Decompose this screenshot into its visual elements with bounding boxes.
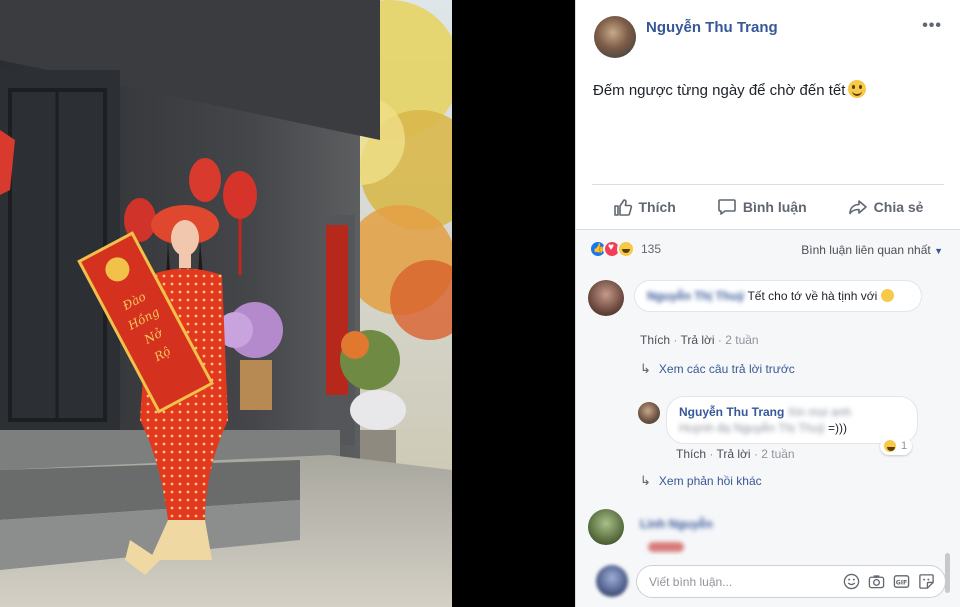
share-icon — [848, 199, 867, 214]
reply-author-name[interactable]: Nguyễn Thu Trang — [679, 405, 784, 419]
comments-section: 135 Bình luận liên quan nhất ▼ Nguyễn Th… — [576, 229, 960, 607]
reaction-summary[interactable]: 135 — [589, 240, 661, 258]
author-name[interactable]: Nguyễn Thu Trang — [646, 19, 778, 36]
view-previous-label: Xem các câu trả lời trước — [658, 362, 795, 376]
post-caption-text: Đếm ngược từng ngày để chờ đến tết — [593, 82, 846, 99]
smiley-emoji-icon — [848, 80, 867, 98]
commenter-avatar[interactable] — [588, 509, 624, 545]
reply-time: 2 tuần — [761, 447, 795, 461]
comment-input[interactable]: Viết bình luận... GIF — [636, 565, 946, 598]
reply-meta: Thích · Trả lời · 2 tuần — [676, 447, 795, 461]
reply-text-2: Huỳnh đạ Nguyễn Thị Thuỷ — [679, 421, 828, 435]
comment-input-placeholder: Viết bình luận... — [649, 575, 733, 589]
post-panel: Nguyễn Thu Trang ••• Đếm ngược từng ngày… — [575, 0, 960, 607]
like-label: Thích — [638, 198, 676, 215]
comments-scrollbar[interactable] — [945, 553, 950, 593]
reply-reply-link[interactable]: Trả lời — [716, 447, 750, 461]
reply-bubble: Nguyễn Thu Trang Xin mọi anh Huỳnh đạ Ng… — [666, 396, 918, 444]
write-comment-row: Viết bình luận... GIF — [576, 555, 960, 607]
comment-input-tools: GIF — [843, 573, 935, 590]
reply-text-tail: =))) — [827, 421, 847, 435]
haha-reaction-icon — [882, 438, 898, 454]
reply-like-link[interactable]: Thích — [676, 447, 706, 461]
sticker-icon[interactable] — [918, 573, 935, 590]
comment-time: 2 tuần — [725, 333, 759, 347]
reaction-count: 135 — [641, 242, 662, 256]
third-comment-emoji — [648, 542, 684, 552]
comment-sort-dropdown[interactable]: Bình luận liên quan nhất ▼ — [801, 243, 943, 257]
commenter-name[interactable]: Nguyễn Thị Thuỷ — [647, 289, 744, 303]
reply-arrow-icon: ↳ — [640, 361, 651, 376]
photo-illustration: Đào Hồng Nở Rộ — [0, 0, 452, 607]
reply-author-avatar[interactable] — [638, 402, 660, 424]
viewer-avatar — [596, 565, 628, 597]
comment-bubble: Nguyễn Thị Thuỷ Tết cho tớ về hà tịnh vớ… — [634, 280, 922, 312]
author-avatar[interactable] — [594, 16, 636, 58]
comment-button[interactable]: Bình luận — [717, 197, 807, 217]
more-options-icon[interactable]: ••• — [922, 17, 942, 35]
comment-text: Tết cho tớ về hà tịnh với — [747, 289, 878, 303]
reply-reaction-badge[interactable]: 1 — [880, 437, 913, 455]
like-button[interactable]: Thích — [613, 197, 676, 217]
commenter-avatar[interactable] — [588, 280, 624, 316]
haha-reaction-icon — [617, 240, 635, 258]
gif-icon[interactable]: GIF — [893, 573, 910, 590]
sticker-emoji-icon — [880, 289, 894, 302]
comment-icon — [718, 198, 736, 215]
emoji-icon[interactable] — [843, 573, 860, 590]
share-button[interactable]: Chia sẻ — [848, 197, 924, 217]
view-more-replies[interactable]: ↳ Xem phản hồi khác — [640, 473, 762, 489]
view-more-label: Xem phản hồi khác — [658, 474, 762, 488]
svg-text:GIF: GIF — [896, 579, 908, 586]
post-action-bar: Thích Bình luận Chia sẻ — [592, 184, 944, 228]
comment-reply-link[interactable]: Trả lời — [680, 333, 714, 347]
reply-text-1: Xin mọi anh — [787, 405, 852, 419]
comment-meta: Thích · Trả lời · 2 tuần — [640, 333, 759, 347]
comment-label: Bình luận — [742, 198, 807, 215]
chevron-down-icon: ▼ — [934, 246, 943, 256]
comment-like-link[interactable]: Thích — [640, 333, 670, 347]
post-caption: Đếm ngược từng ngày để chờ đến tết — [593, 80, 867, 99]
post-photo[interactable]: Đào Hồng Nở Rộ — [0, 0, 575, 607]
reply-reaction-count: 1 — [901, 440, 908, 452]
sort-label: Bình luận liên quan nhất — [801, 243, 931, 257]
like-icon — [613, 198, 632, 216]
view-previous-replies[interactable]: ↳ Xem các câu trả lời trước — [640, 361, 795, 377]
camera-icon[interactable] — [868, 573, 885, 590]
third-commenter-name[interactable]: Linh Nguyễn — [640, 517, 713, 531]
reply-arrow-icon: ↳ — [640, 473, 651, 488]
share-label: Chia sẻ — [873, 198, 924, 215]
